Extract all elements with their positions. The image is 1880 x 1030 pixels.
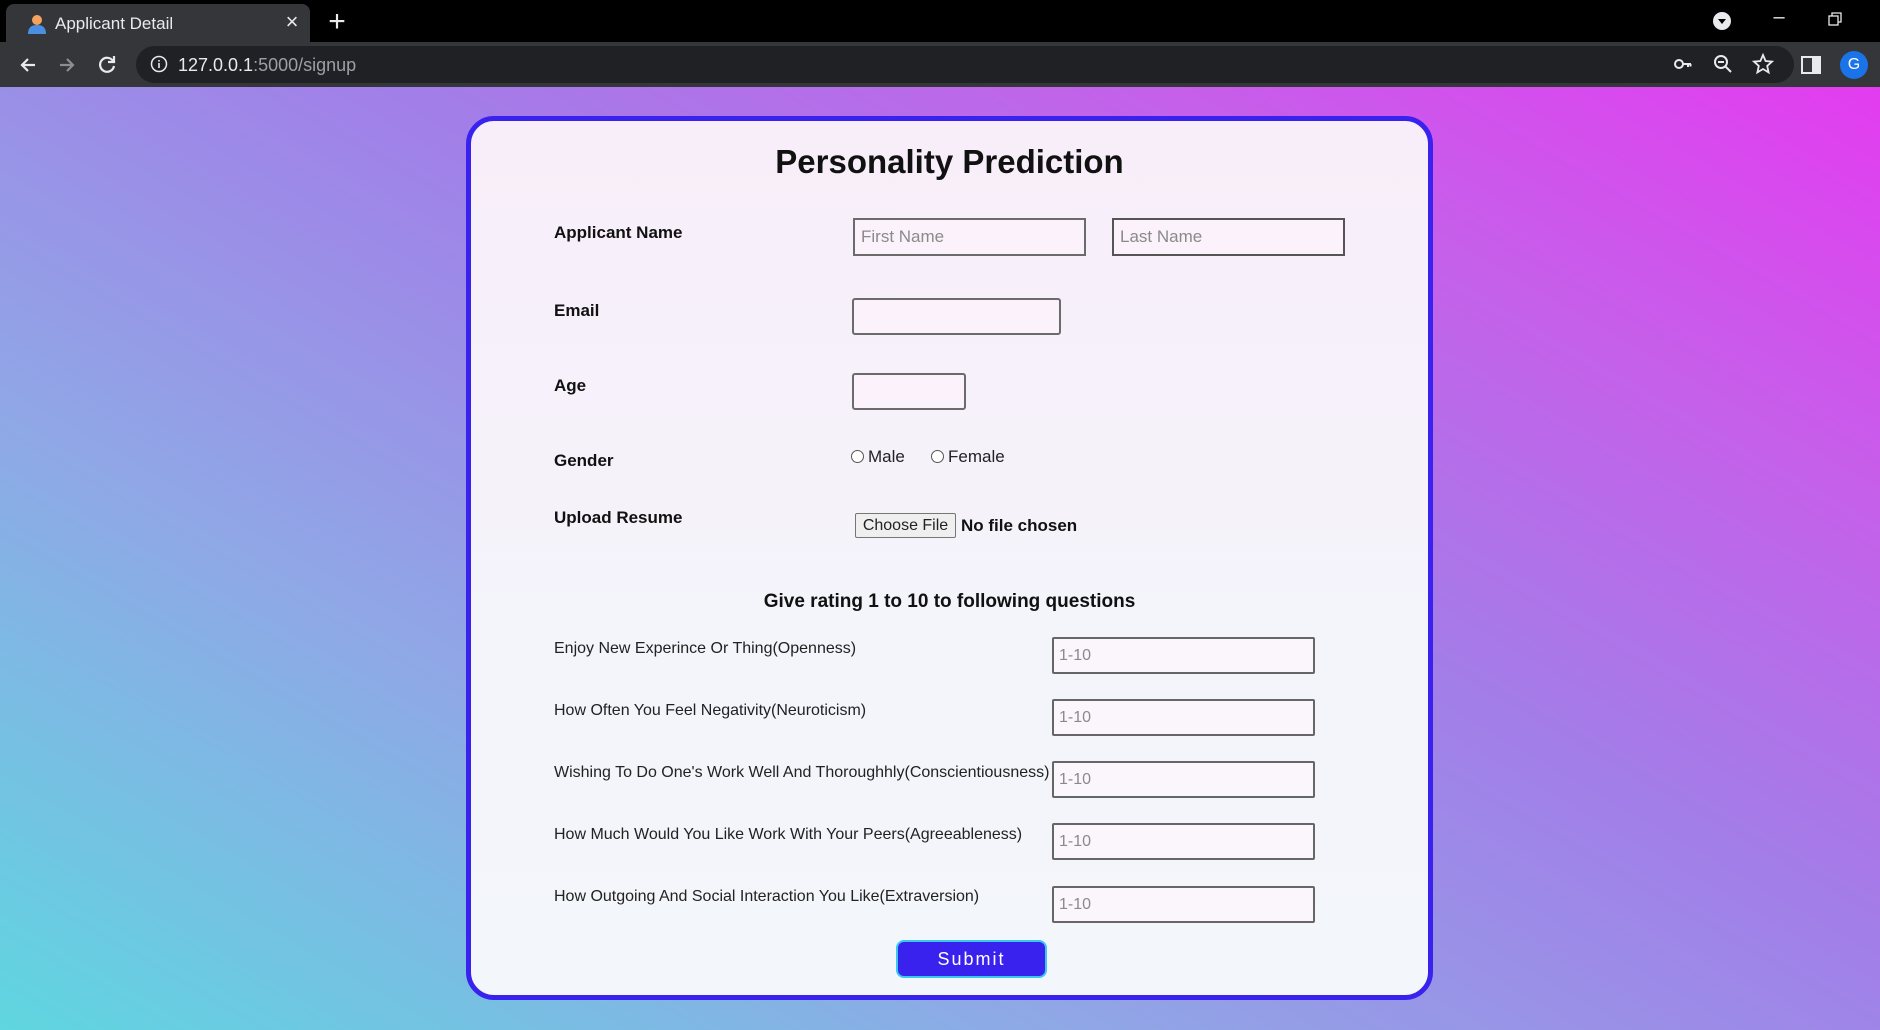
user-icon [26,13,48,35]
tab-search-icon[interactable] [1710,11,1734,31]
openness-rating-input[interactable] [1052,637,1315,674]
file-status-text: No file chosen [961,516,1078,535]
age-label: Age [554,376,587,395]
first-name-input[interactable] [853,218,1086,256]
radio-icon[interactable] [931,450,944,463]
restore-icon[interactable] [1818,6,1852,36]
agreeableness-rating-input[interactable] [1052,823,1315,860]
gender-male-label: Male [868,447,905,466]
email-input[interactable] [852,298,1061,335]
url-text: 127.0.0.1:5000/signup [178,55,357,75]
upload-resume-label: Upload Resume [554,508,683,527]
profile-avatar[interactable]: G [1840,51,1868,79]
info-icon[interactable] [150,55,168,73]
new-tab-button[interactable]: + [322,7,352,38]
question-extraversion-label: How Outgoing And Social Interaction You … [554,888,980,905]
minimize-icon[interactable]: – [1762,6,1796,36]
browser-tab[interactable]: Applicant Detail × [6,4,310,42]
close-icon[interactable]: × [280,10,304,34]
gender-female-label: Female [948,447,1005,466]
last-name-input[interactable] [1112,218,1345,256]
page-viewport: Personality Prediction Applicant Name Em… [0,87,1880,1030]
forward-arrow-icon[interactable] [53,51,81,79]
browser-toolbar: 127.0.0.1:5000/signup G [0,42,1880,87]
rating-heading: Give rating 1 to 10 to following questio… [763,591,1136,612]
question-conscientiousness-label: Wishing To Do One's Work Well And Thorou… [554,764,1050,781]
neuroticism-rating-input[interactable] [1052,699,1315,736]
gender-label: Gender [554,451,614,470]
tab-bar: Applicant Detail × + – [0,0,1880,42]
zoom-out-icon[interactable] [1712,53,1734,75]
back-arrow-icon[interactable] [14,51,42,79]
applicant-name-label: Applicant Name [554,223,683,242]
page-title: Personality Prediction [775,143,1124,180]
email-label: Email [554,301,600,320]
submit-button[interactable]: Submit [896,940,1047,978]
question-openness-label: Enjoy New Experince Or Thing(Openness) [554,640,857,657]
address-bar[interactable]: 127.0.0.1:5000/signup [136,46,1794,83]
question-agreeableness-label: How Much Would You Like Work With Your P… [554,826,1023,843]
applicant-form-card: Personality Prediction Applicant Name Em… [466,116,1433,1000]
extraversion-rating-input[interactable] [1052,886,1315,923]
conscientiousness-rating-input[interactable] [1052,761,1315,798]
reload-icon[interactable] [93,51,121,79]
radio-icon[interactable] [851,450,864,463]
tab-title: Applicant Detail [55,14,174,33]
bookmark-star-icon[interactable] [1751,52,1775,75]
key-icon[interactable] [1672,53,1694,75]
question-neuroticism-label: How Often You Feel Negativity(Neuroticis… [554,702,867,719]
side-panel-icon[interactable] [1800,54,1822,76]
age-input[interactable] [852,373,966,410]
gender-male-radio[interactable]: Male [851,447,905,467]
choose-file-button[interactable]: Choose File [855,513,956,538]
gender-female-radio[interactable]: Female [931,447,1005,467]
